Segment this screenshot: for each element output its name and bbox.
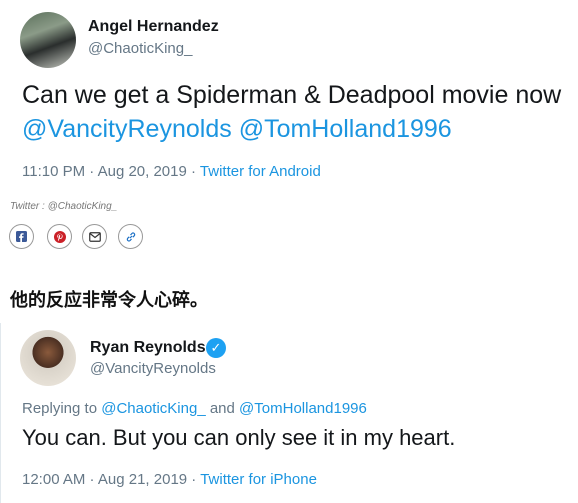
- tweet-text-body: Can we get a Spiderman & Deadpool movie …: [22, 81, 562, 109]
- tweet-text: You can. But you can only see it in my h…: [22, 425, 456, 450]
- caption-text: 他的反应非常令人心碎。: [10, 290, 208, 311]
- email-share-button[interactable]: [82, 224, 107, 249]
- tweet-text: Can we get a Spiderman & Deadpool movie …: [22, 78, 572, 146]
- facebook-icon: [16, 231, 27, 242]
- pinterest-icon: [53, 230, 66, 243]
- facebook-share-button[interactable]: [9, 224, 34, 249]
- replying-to-conjunction: and: [205, 400, 240, 417]
- tweet-card-1: Angel Hernandez @ChaoticKing_ Can we get…: [0, 0, 578, 198]
- mail-icon: [88, 231, 101, 242]
- avatar[interactable]: [20, 12, 76, 68]
- mention-link[interactable]: @TomHolland1996: [239, 115, 452, 143]
- avatar[interactable]: [20, 330, 76, 386]
- verified-badge-icon: ✓: [206, 338, 226, 358]
- source-credit: Twitter : @ChaoticKing_: [10, 201, 118, 212]
- tweet-timestamp: 11:10 PM · Aug 20, 2019 · Twitter for An…: [22, 163, 321, 180]
- user-handle[interactable]: @VancityReynolds: [90, 360, 216, 377]
- source-link[interactable]: Twitter for Android: [200, 163, 321, 180]
- mention-link[interactable]: @ChaoticKing_: [101, 400, 205, 417]
- replying-to-label: Replying to: [22, 400, 102, 417]
- display-name[interactable]: Angel Hernandez: [88, 18, 219, 36]
- pinterest-share-button[interactable]: [47, 224, 72, 249]
- display-name[interactable]: Ryan Reynolds: [90, 339, 206, 357]
- timestamp-text[interactable]: 12:00 AM · Aug 21, 2019 ·: [22, 471, 200, 488]
- replying-to: Replying to @ChaoticKing_ and @TomHollan…: [22, 400, 367, 417]
- tweet-timestamp: 12:00 AM · Aug 21, 2019 · Twitter for iP…: [22, 471, 317, 488]
- source-link[interactable]: Twitter for iPhone: [200, 471, 317, 488]
- timestamp-text[interactable]: 11:10 PM · Aug 20, 2019 ·: [22, 163, 200, 180]
- user-handle[interactable]: @ChaoticKing_: [88, 40, 192, 57]
- copy-link-button[interactable]: [118, 224, 143, 249]
- mention-link[interactable]: @TomHolland1996: [239, 400, 367, 417]
- mention-link[interactable]: @VancityReynolds: [22, 115, 232, 143]
- link-icon: [126, 231, 135, 242]
